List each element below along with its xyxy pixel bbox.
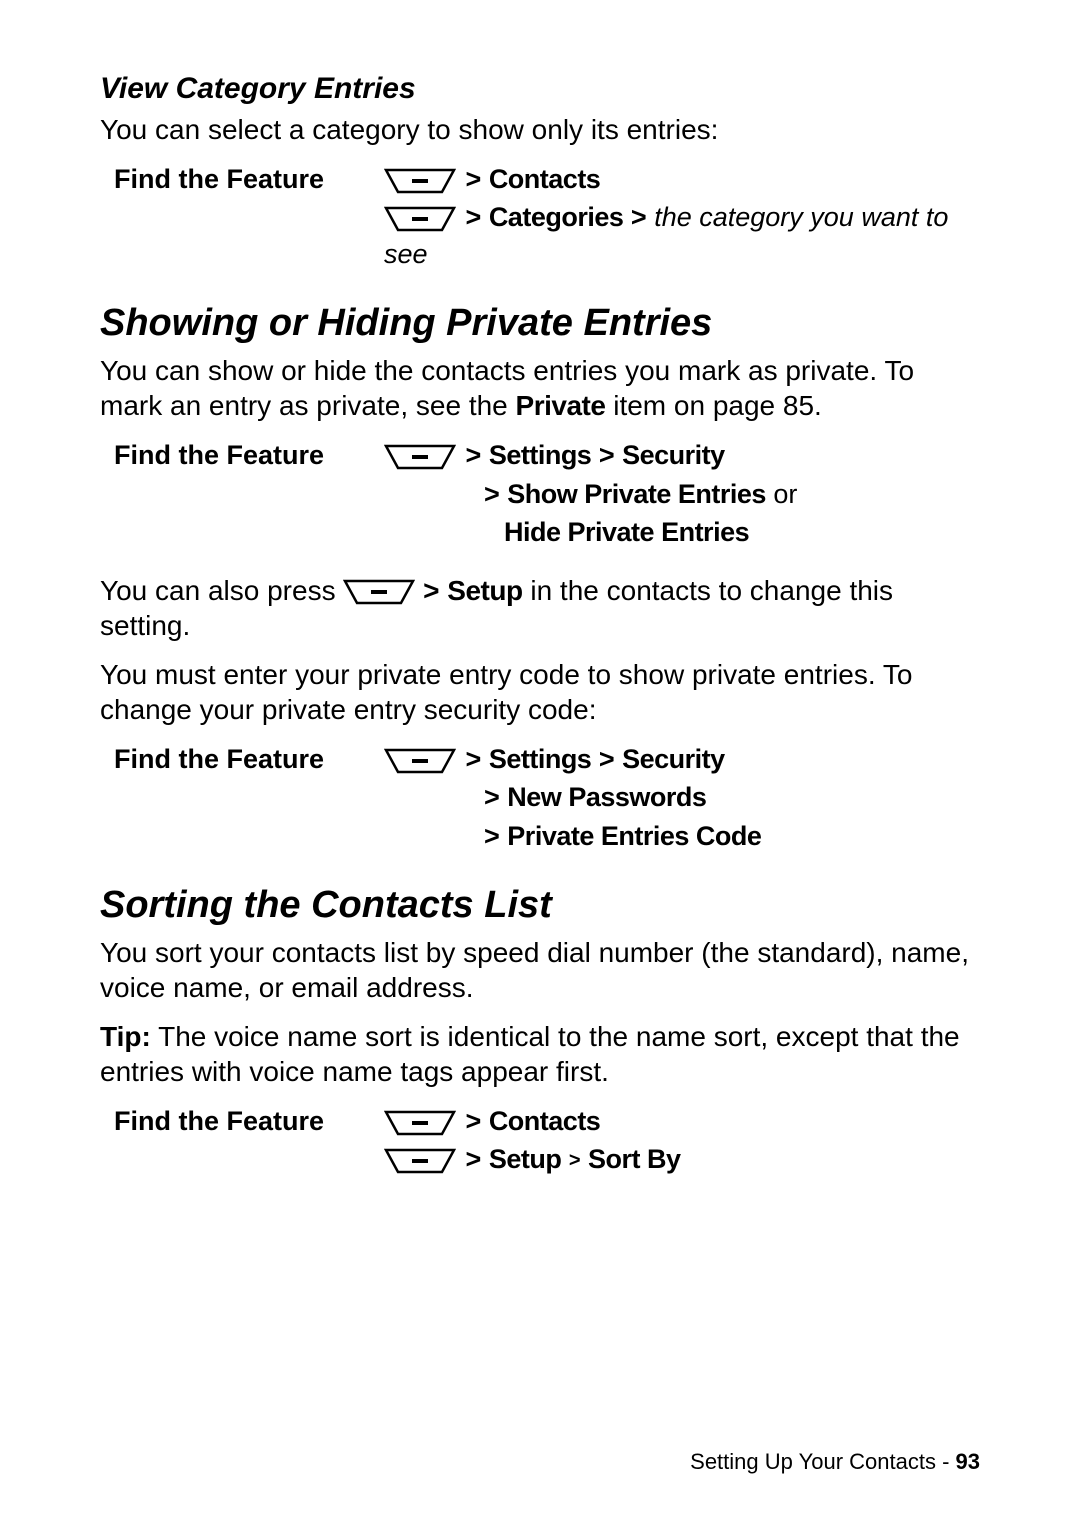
gt: > bbox=[599, 440, 615, 470]
or-text: or bbox=[766, 479, 798, 509]
tip-body: The voice name sort is identical to the … bbox=[100, 1021, 960, 1087]
find-feature-path: > Contacts > Categories > the category y… bbox=[384, 161, 980, 274]
gt: > bbox=[466, 440, 482, 470]
path-new-passwords: New Passwords bbox=[507, 782, 706, 812]
pre-text: You can also press bbox=[100, 575, 343, 606]
gt: > bbox=[484, 821, 500, 851]
path-security: Security bbox=[622, 440, 725, 470]
para-private-tail: item on page 85. bbox=[605, 390, 821, 421]
gt: > bbox=[466, 744, 482, 774]
path-categories: Categories bbox=[489, 202, 624, 232]
menu-key-icon bbox=[384, 168, 456, 194]
find-feature-label: Find the Feature bbox=[114, 161, 384, 197]
menu-key-icon bbox=[384, 1148, 456, 1174]
path-contacts: Contacts bbox=[489, 1106, 601, 1136]
menu-key-icon bbox=[384, 206, 456, 232]
find-feature-label: Find the Feature bbox=[114, 741, 384, 777]
menu-key-icon bbox=[384, 1110, 456, 1136]
gt: > bbox=[466, 202, 482, 232]
gt: > bbox=[484, 782, 500, 812]
tip-label: Tip: bbox=[100, 1021, 151, 1052]
path-security: Security bbox=[622, 744, 725, 774]
path-sortby: Sort By bbox=[588, 1144, 681, 1174]
section-heading-private: Showing or Hiding Private Entries bbox=[100, 302, 980, 345]
para-must-enter: You must enter your private entry code t… bbox=[100, 657, 980, 727]
gt: > bbox=[466, 164, 482, 194]
footer-text: Setting Up Your Contacts - bbox=[690, 1449, 955, 1474]
path-settings: Settings bbox=[489, 440, 592, 470]
find-feature-block-4: Find the Feature > Contacts > Setup > So… bbox=[114, 1103, 980, 1180]
private-item: Private bbox=[516, 390, 606, 421]
path-show-private: Show Private Entries bbox=[507, 479, 766, 509]
path-hide-private: Hide Private Entries bbox=[504, 517, 749, 547]
para-tip: Tip: The voice name sort is identical to… bbox=[100, 1019, 980, 1089]
path-settings: Settings bbox=[489, 744, 592, 774]
path-setup: Setup bbox=[489, 1144, 562, 1174]
path-contacts: Contacts bbox=[489, 164, 601, 194]
gt: > bbox=[599, 744, 615, 774]
gt: > bbox=[569, 1150, 581, 1172]
menu-key-icon bbox=[384, 444, 456, 470]
para-private-intro: You can show or hide the contacts entrie… bbox=[100, 353, 980, 423]
menu-key-icon bbox=[384, 748, 456, 774]
find-feature-block-2: Find the Feature > Settings > Security >… bbox=[114, 437, 980, 552]
gt: > bbox=[484, 479, 500, 509]
manual-page: View Category Entries You can select a c… bbox=[0, 0, 1080, 1525]
find-feature-label: Find the Feature bbox=[114, 437, 384, 473]
path-setup: Setup bbox=[447, 575, 522, 606]
menu-key-icon bbox=[343, 579, 415, 605]
path-private-code: Private Entries Code bbox=[507, 821, 761, 851]
find-feature-path: > Settings > Security > New Passwords > … bbox=[384, 741, 980, 856]
find-feature-path: > Settings > Security > Show Private Ent… bbox=[384, 437, 980, 552]
gt: > bbox=[466, 1144, 482, 1174]
page-number: 93 bbox=[956, 1449, 980, 1474]
gt: > bbox=[423, 575, 439, 606]
para-sort-intro: You sort your contacts list by speed dia… bbox=[100, 935, 980, 1005]
section-heading-sorting: Sorting the Contacts List bbox=[100, 884, 980, 927]
para-view-category: You can select a category to show only i… bbox=[100, 112, 980, 147]
find-feature-path: > Contacts > Setup > Sort By bbox=[384, 1103, 980, 1180]
find-feature-block-1: Find the Feature > Contacts > Categories… bbox=[114, 161, 980, 274]
gt: > bbox=[631, 202, 647, 232]
gt: > bbox=[466, 1106, 482, 1136]
find-feature-block-3: Find the Feature > Settings > Security >… bbox=[114, 741, 980, 856]
find-feature-label: Find the Feature bbox=[114, 1103, 384, 1139]
page-footer: Setting Up Your Contacts - 93 bbox=[690, 1449, 980, 1475]
para-also-press: You can also press > Setup in the contac… bbox=[100, 573, 980, 643]
subsection-heading-view-category: View Category Entries bbox=[100, 72, 980, 106]
